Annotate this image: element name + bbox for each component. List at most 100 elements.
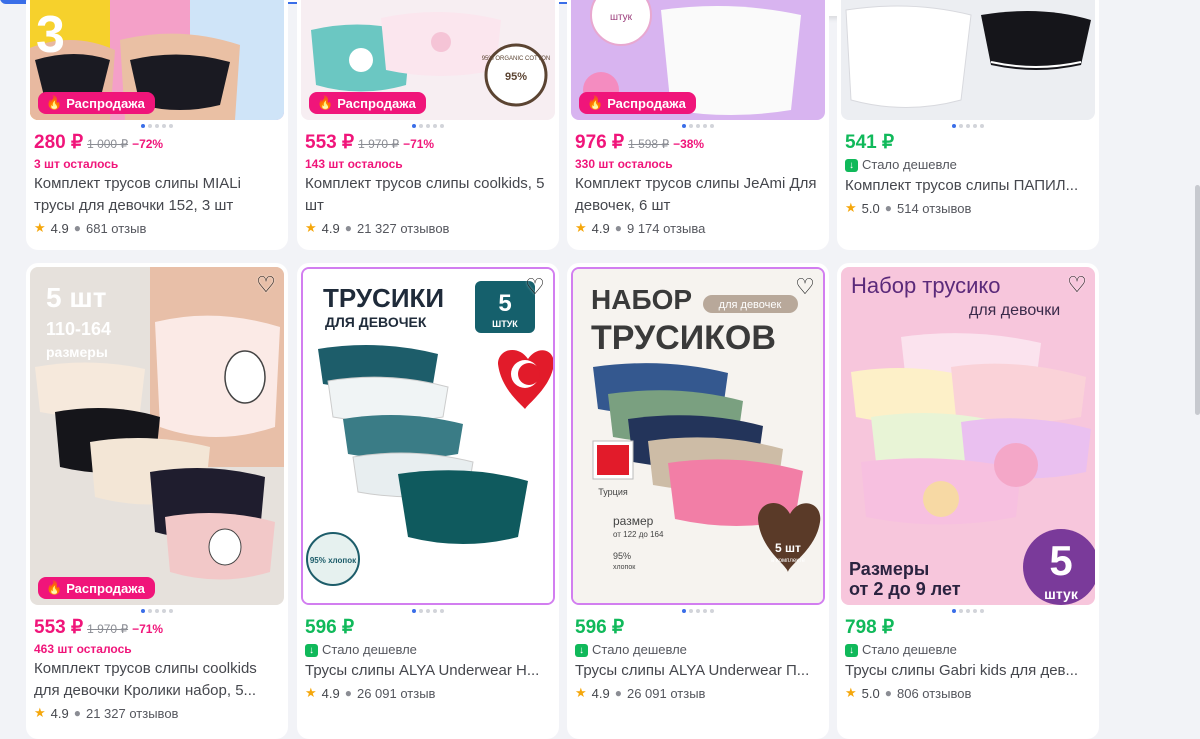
rating: ★ 4.9 ● 9 174 отзыва — [575, 217, 821, 239]
discount: −71% — [403, 137, 435, 151]
star-icon: ★ — [305, 685, 317, 700]
product-title[interactable]: Трусы слипы Gabri kids для дев... — [845, 660, 1091, 682]
product-title[interactable]: Трусы слипы ALYA Underwear Н... — [305, 660, 551, 682]
heart-outline-icon[interactable]: ♡ — [523, 274, 547, 299]
reviews-count[interactable]: 806 отзывов — [897, 686, 971, 701]
page-scrollbar[interactable] — [1195, 185, 1200, 415]
price: 541 ₽ — [845, 132, 895, 153]
price-drop-text: Стало дешевле — [322, 642, 417, 657]
rating-value: 4.9 — [591, 220, 610, 236]
product-image[interactable]: ТРУСИКИ ДЛЯ ДЕВОЧЕК 5 ШТУК 95% хлопок ♡ — [301, 267, 555, 605]
price: 596 ₽ — [575, 617, 625, 638]
product-card[interactable]: Набор трусико для девочки Размеры от 2 д… — [837, 263, 1099, 739]
sale-badge: 🔥 Распродажа — [579, 92, 696, 114]
sale-badge-label: Распродажа — [66, 95, 145, 111]
chat-bubble-icon: ● — [614, 686, 622, 700]
sale-badge: 🔥 Распродажа — [38, 577, 155, 599]
price-drop-text: Стало дешевле — [592, 642, 687, 657]
product-card[interactable]: 5 шт 110-164 размеры ♡ 🔥 Распродажа 553 ₽… — [26, 263, 288, 739]
sale-badge-label: Распродажа — [66, 580, 145, 596]
price: 976 ₽ — [575, 132, 625, 153]
product-title[interactable]: Комплект трусов слипы coolkids, 5 шт — [305, 173, 551, 217]
reviews-count[interactable]: 26 091 отзыв — [357, 686, 435, 701]
old-price: 1 970 ₽ — [358, 137, 400, 151]
image-carousel-dots[interactable] — [297, 609, 559, 613]
svg-text:95%: 95% — [505, 71, 527, 83]
arrow-down-icon: ↓ — [845, 158, 858, 172]
product-card[interactable]: НАБОР для девочек ТРУСИКОВ Турция размер… — [567, 263, 829, 739]
product-image[interactable]: Набор трусико для девочки Размеры от 2 д… — [841, 267, 1095, 605]
image-carousel-dots[interactable] — [567, 609, 829, 613]
price: 798 ₽ — [845, 617, 895, 638]
arrow-down-icon: ↓ — [305, 643, 318, 657]
image-text: 95% ORGANIC COTTON — [482, 56, 551, 62]
price: 553 ₽ — [34, 617, 84, 638]
reviews-count[interactable]: 26 091 отзыв — [627, 686, 705, 701]
reviews-count[interactable]: 21 327 отзывов — [357, 221, 449, 236]
image-carousel-dots[interactable] — [26, 124, 288, 128]
stock-left: 330 шт осталось — [575, 157, 673, 171]
rating-value: 4.9 — [321, 685, 340, 701]
product-image[interactable]: НАБОР для девочек ТРУСИКОВ Турция размер… — [571, 267, 825, 605]
chat-bubble-icon: ● — [344, 221, 352, 235]
rating-value: 4.9 — [321, 220, 340, 236]
image-size-range: от 122 до 164 — [613, 530, 664, 539]
fire-icon: 🔥 — [587, 95, 604, 110]
image-carousel-dots[interactable] — [837, 124, 1099, 128]
image-carousel-dots[interactable] — [567, 124, 829, 128]
price-drop-label: ↓ Стало дешевле — [845, 155, 1091, 175]
rating: ★ 5.0 ● 806 отзывов — [845, 682, 1091, 704]
rating: ★ 4.9 ● 681 отзыв — [34, 217, 280, 239]
product-image[interactable]: 95% 95% ORGANIC COTTON 🔥 Распродажа — [301, 0, 555, 120]
rating: ★ 5.0 ● 514 отзывов — [845, 197, 1091, 219]
image-cotton: 95% хлопок — [310, 556, 357, 565]
chat-bubble-icon: ● — [344, 686, 352, 700]
image-cotton-pct: 95% — [613, 551, 631, 561]
image-carousel-dots[interactable] — [297, 124, 559, 128]
sale-badge: 🔥 Распродажа — [309, 92, 426, 114]
image-country: Турция — [598, 487, 628, 497]
product-card[interactable]: 3 🔥 Распродажа 280 ₽1 000 ₽ −72% 3 шт оста… — [26, 0, 288, 250]
reviews-count[interactable]: 681 отзыв — [86, 221, 146, 236]
star-icon: ★ — [34, 705, 46, 720]
image-carousel-dots[interactable] — [837, 609, 1099, 613]
reviews-count[interactable]: 514 отзывов — [897, 201, 971, 216]
image-title: Набор трусико — [851, 273, 1001, 298]
product-title[interactable]: Комплект трусов слипы ПАПИЛ... — [845, 175, 1091, 197]
product-image[interactable]: штук 🔥 Распродажа — [571, 0, 825, 120]
product-title[interactable]: Комплект трусов слипы JeAmi Для девочек,… — [575, 173, 821, 217]
product-image[interactable] — [841, 0, 1095, 120]
product-title[interactable]: Комплект трусов слипы coolkids для девоч… — [34, 658, 280, 702]
image-carousel-dots[interactable] — [26, 609, 288, 613]
heart-outline-icon[interactable]: ♡ — [254, 272, 278, 297]
product-card[interactable]: ТРУСИКИ ДЛЯ ДЕВОЧЕК 5 ШТУК 95% хлопок ♡ … — [297, 263, 559, 739]
price-drop-text: Стало дешевле — [862, 157, 957, 172]
reviews-count[interactable]: 9 174 отзыва — [627, 221, 705, 236]
arrow-down-icon: ↓ — [845, 643, 858, 657]
image-count: 5 — [1049, 537, 1072, 584]
star-icon: ★ — [305, 220, 317, 235]
sale-badge-label: Распродажа — [607, 95, 686, 111]
price-drop-label: ↓ Стало дешевле — [305, 640, 551, 660]
old-price: 1 000 ₽ — [87, 137, 129, 151]
price-drop-label: ↓ Стало дешевле — [575, 640, 821, 660]
heart-outline-icon[interactable]: ♡ — [1065, 272, 1089, 297]
product-title[interactable]: Трусы слипы ALYA Underwear П... — [575, 660, 821, 682]
product-title[interactable]: Комплект трусов слипы MIALi трусы для де… — [34, 173, 280, 217]
product-card[interactable]: 541 ₽ ↓ Стало дешевле Комплект трусов сли… — [837, 0, 1099, 250]
heart-outline-icon[interactable]: ♡ — [793, 274, 817, 299]
image-subtitle: для девочки — [969, 302, 1060, 319]
image-tag: для девочек — [719, 299, 782, 311]
stock-left: 3 шт осталось — [34, 157, 119, 171]
image-subtitle: ТРУСИКОВ — [591, 319, 776, 357]
image-sizes: от 2 до 9 лет — [849, 579, 961, 599]
reviews-count[interactable]: 21 327 отзывов — [86, 706, 178, 721]
product-image[interactable]: 3 🔥 Распродажа — [30, 0, 284, 120]
stock-left: 143 шт осталось — [305, 157, 403, 171]
image-title: ТРУСИКИ — [323, 283, 444, 313]
product-image[interactable]: 5 шт 110-164 размеры ♡ 🔥 Распродажа — [30, 267, 284, 605]
chat-bubble-icon: ● — [884, 201, 892, 215]
product-card[interactable]: 95% 95% ORGANIC COTTON 🔥 Распродажа 553 ₽… — [297, 0, 559, 250]
rating: ★ 4.9 ● 26 091 отзыв — [305, 682, 551, 704]
product-card[interactable]: штук 🔥 Распродажа 976 ₽1 598 ₽ −38% 330 шт… — [567, 0, 829, 250]
